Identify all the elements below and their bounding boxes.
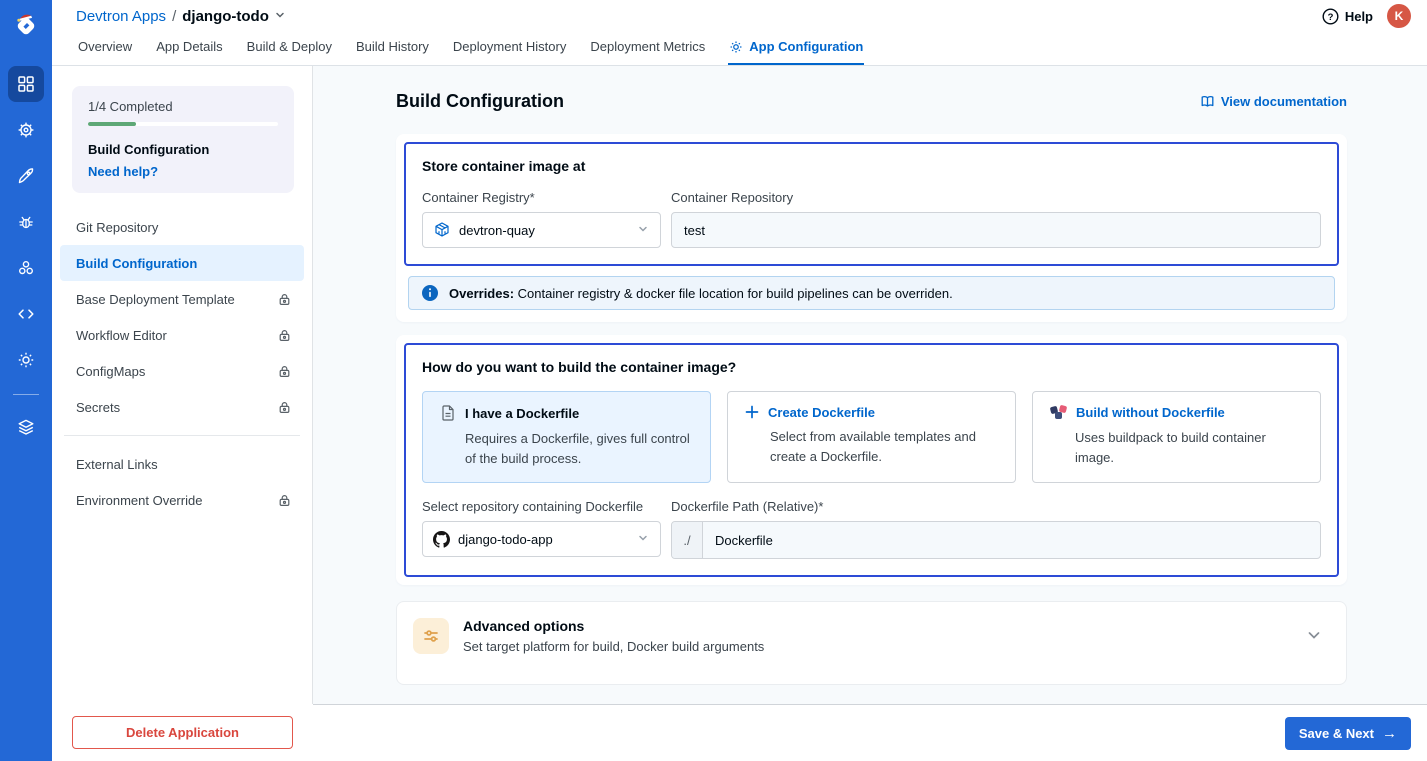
rail-bug-icon[interactable]: [8, 204, 44, 240]
nav-divider: [64, 435, 300, 436]
rail-gear-icon[interactable]: [8, 342, 44, 378]
app-tabs: Overview App Details Build & Deploy Buil…: [52, 32, 1427, 65]
nav-item-environment-override[interactable]: Environment Override: [60, 482, 304, 518]
advanced-options-icon: [413, 618, 449, 654]
file-icon: [442, 405, 454, 421]
question-icon: ?: [1322, 7, 1339, 25]
build-method-highlight-box: How do you want to build the container i…: [404, 343, 1339, 577]
advanced-options-toggle[interactable]: Advanced options Set target platform for…: [396, 601, 1347, 685]
tab-overview[interactable]: Overview: [77, 32, 133, 65]
rail-cluster-icon[interactable]: [8, 250, 44, 286]
chevron-down-icon[interactable]: [1304, 625, 1324, 648]
rail-helm-wheel-icon[interactable]: [8, 112, 44, 148]
container-repository-input[interactable]: [671, 212, 1321, 248]
breadcrumb-root[interactable]: Devtron Apps: [76, 8, 166, 25]
lock-icon: [279, 329, 290, 341]
breadcrumb-app-name: django-todo: [182, 7, 269, 25]
tab-deployment-history[interactable]: Deployment History: [452, 32, 567, 65]
dockerfile-repo-value: django-todo-app: [458, 531, 553, 547]
github-icon: [433, 530, 450, 548]
container-registry-select[interactable]: devtron-quay: [422, 212, 661, 248]
progress-section-title: Build Configuration: [88, 142, 210, 157]
store-image-highlight-box: Store container image at Container Regis…: [404, 142, 1339, 266]
page-title: Build Configuration: [396, 91, 564, 111]
help-button[interactable]: ? Help: [1322, 7, 1373, 25]
arrow-right-icon: →: [1382, 724, 1397, 742]
tab-build-history[interactable]: Build History: [355, 32, 430, 65]
rail-code-icon[interactable]: [8, 296, 44, 332]
banner-text: Container registry & docker file locatio…: [517, 285, 953, 301]
app-root: Devtron Apps / django-todo ? Help K Over…: [0, 0, 1427, 761]
lock-icon: [279, 494, 290, 506]
top-bar: Devtron Apps / django-todo ? Help K Over…: [52, 0, 1427, 66]
dockerfile-path-field: ./: [671, 521, 1321, 559]
nav-item-workflow-editor[interactable]: Workflow Editor: [60, 317, 304, 353]
app-switcher-chevron-icon[interactable]: [273, 8, 287, 25]
main-content: Build Configuration View documentation S…: [313, 66, 1427, 704]
option-have-dockerfile[interactable]: I have a Dockerfile Requires a Dockerfil…: [422, 391, 711, 483]
gear-icon: [730, 41, 742, 52]
icon-rail: [0, 0, 52, 761]
banner-bold-text: Overrides:: [449, 285, 515, 301]
breadcrumb-separator: /: [172, 7, 177, 25]
page-footer: Delete Application Save & Next →: [52, 704, 1427, 761]
tab-app-details[interactable]: App Details: [155, 32, 223, 65]
rail-stack-icon[interactable]: [8, 409, 44, 445]
buildpacks-icon: [1050, 405, 1067, 419]
lock-icon: [279, 365, 290, 377]
tab-build-deploy[interactable]: Build & Deploy: [246, 32, 333, 65]
rail-grid-icon[interactable]: [8, 66, 44, 102]
view-documentation-link[interactable]: View documentation: [1200, 94, 1347, 109]
progress-label: 1/4 Completed: [88, 99, 173, 114]
nav-item-secrets[interactable]: Secrets: [60, 389, 304, 425]
plus-icon: [745, 405, 759, 419]
lock-icon: [279, 401, 290, 413]
chevron-down-icon: [636, 222, 650, 239]
container-repository-label: Container Repository: [671, 190, 794, 205]
config-sidebar: 1/4 Completed Build Configuration Need h…: [52, 66, 313, 704]
dockerfile-path-input[interactable]: [703, 522, 1320, 558]
build-method-title: How do you want to build the container i…: [422, 359, 737, 375]
dockerfile-repo-select[interactable]: django-todo-app: [422, 521, 661, 557]
nav-item-external-links[interactable]: External Links: [60, 446, 304, 482]
build-method-card: How do you want to build the container i…: [396, 335, 1347, 585]
info-icon: [422, 285, 438, 301]
option-build-without-dockerfile[interactable]: Build without Dockerfile Uses buildpack …: [1032, 391, 1321, 483]
store-image-title: Store container image at: [422, 158, 586, 174]
tab-deployment-metrics[interactable]: Deployment Metrics: [589, 32, 706, 65]
container-registry-value: devtron-quay: [459, 222, 535, 238]
save-next-button[interactable]: Save & Next →: [1284, 716, 1411, 750]
delete-application-button[interactable]: Delete Application: [72, 716, 293, 749]
rail-rocket-icon[interactable]: [8, 158, 44, 194]
help-label: Help: [1344, 8, 1373, 24]
nav-item-build-configuration[interactable]: Build Configuration: [60, 245, 304, 281]
advanced-options-title: Advanced options: [463, 618, 585, 634]
user-avatar[interactable]: K: [1387, 4, 1411, 28]
store-image-card: Store container image at Container Regis…: [396, 134, 1347, 322]
overrides-info-banner: Overrides: Container registry & docker f…: [408, 276, 1335, 310]
repo-select-label: Select repository containing Dockerfile: [422, 499, 644, 514]
tab-app-configuration[interactable]: App Configuration: [728, 32, 864, 65]
rail-divider: [13, 394, 39, 395]
progress-card: 1/4 Completed Build Configuration Need h…: [72, 86, 294, 193]
progress-fill: [88, 122, 136, 126]
nav-item-configmaps[interactable]: ConfigMaps: [60, 353, 304, 389]
devtron-logo-icon[interactable]: [0, 0, 52, 50]
option-create-dockerfile[interactable]: Create Dockerfile Select from available …: [727, 391, 1016, 483]
nav-item-base-deployment-template[interactable]: Base Deployment Template: [60, 281, 304, 317]
lock-icon: [279, 293, 290, 305]
advanced-options-subtitle: Set target platform for build, Docker bu…: [463, 639, 765, 654]
book-icon: [1201, 96, 1214, 107]
chevron-down-icon: [636, 531, 650, 548]
dockerfile-path-prefix: ./: [672, 522, 703, 558]
dockerfile-path-label: Dockerfile Path (Relative)*: [671, 499, 824, 514]
need-help-link[interactable]: Need help?: [88, 164, 278, 179]
progress-track: [88, 122, 278, 126]
config-nav: Git Repository Build Configuration Base …: [52, 209, 312, 518]
container-registry-label: Container Registry*: [422, 190, 535, 205]
nav-item-git-repository[interactable]: Git Repository: [60, 209, 304, 245]
registry-cube-icon: [435, 222, 449, 237]
svg-text:?: ?: [1327, 12, 1333, 23]
